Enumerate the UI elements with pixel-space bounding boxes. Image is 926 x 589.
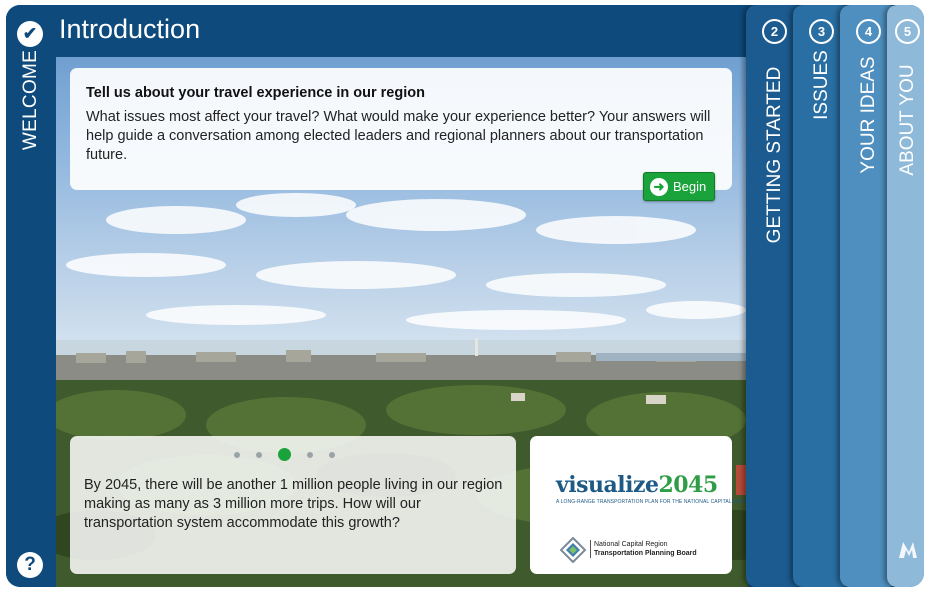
brand-m-icon: [899, 542, 917, 558]
welcome-label: WELCOME: [20, 49, 41, 151]
header-bar: Introduction: [56, 5, 746, 57]
tpb-org-name: National Capital Region Transportation P…: [590, 540, 697, 558]
logo-name: visualize: [556, 472, 659, 498]
check-circle-icon: ✔: [17, 21, 43, 47]
tab-number-badge: 5: [895, 19, 920, 44]
welcome-rail[interactable]: ✔ WELCOME ?: [6, 5, 56, 587]
app-frame: Introduction ✔ WELCOME ? Tell us about y…: [6, 5, 924, 587]
tpb-logo-icon: [560, 537, 586, 563]
tab-label: ABOUT YOU: [897, 64, 918, 176]
visualize-logo: visualize2045: [556, 472, 718, 498]
tab-label: GETTING STARTED: [764, 66, 785, 244]
carousel-dot-2[interactable]: [256, 451, 262, 458]
tab-number-badge: 3: [809, 19, 834, 44]
intro-card: Tell us about your travel experience in …: [70, 68, 732, 201]
carousel-dot-1[interactable]: [234, 451, 240, 458]
carousel-dot-4[interactable]: [307, 451, 313, 458]
tpb-line1: National Capital Region: [594, 541, 668, 548]
tab-label: ISSUES: [811, 50, 832, 120]
tab-number-badge: 4: [856, 19, 881, 44]
tab-number-badge: 2: [762, 19, 787, 44]
logo-year: 2045: [658, 472, 718, 498]
arrow-right-icon: ➜: [650, 177, 668, 196]
carousel-dot-3[interactable]: [278, 448, 291, 461]
fact-carousel: By 2045, there will be another 1 million…: [70, 436, 516, 574]
logo-card: visualize2045 A LONG-RANGE TRANSPORTATIO…: [530, 436, 754, 574]
tab-label: YOUR IDEAS: [858, 56, 879, 174]
help-icon[interactable]: ?: [17, 552, 43, 578]
begin-label: Begin: [673, 179, 707, 194]
carousel-dot-5[interactable]: [329, 451, 335, 458]
logo-tagline: A LONG-RANGE TRANSPORTATION PLAN FOR THE…: [556, 499, 754, 505]
tpb-line2: Transportation Planning Board: [594, 550, 697, 557]
carousel-text: By 2045, there will be another 1 million…: [84, 477, 503, 531]
tab-about-you[interactable]: 5 ABOUT YOU: [887, 5, 924, 587]
begin-button[interactable]: ➜ Begin: [643, 172, 715, 201]
intro-text: What issues most affect your travel? Wha…: [86, 109, 711, 163]
carousel-dots: [234, 448, 351, 461]
intro-heading: Tell us about your travel experience in …: [86, 85, 425, 101]
page-title: Introduction: [59, 14, 201, 44]
